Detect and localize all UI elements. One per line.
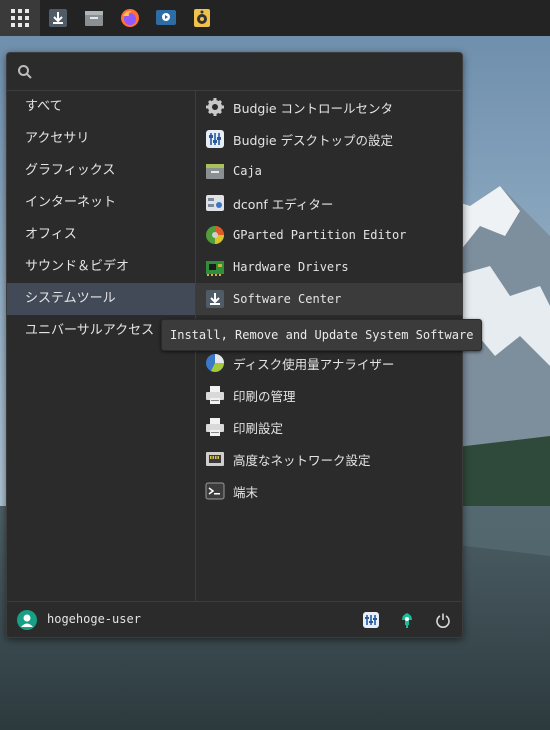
app-item-hardware-drivers[interactable]: Hardware Drivers xyxy=(196,251,462,283)
user-avatar-icon xyxy=(17,610,37,634)
panel-launcher-speaker[interactable] xyxy=(184,0,220,36)
gparted-icon xyxy=(204,224,226,246)
panel-launcher-software-center[interactable] xyxy=(40,0,76,36)
printer-icon xyxy=(204,384,226,406)
search-icon xyxy=(18,65,32,79)
username-label: hogehoge-user xyxy=(47,612,141,626)
app-label: 高度なネットワーク設定 xyxy=(233,452,371,468)
app-label: Budgie デスクトップの設定 xyxy=(233,132,394,148)
download-icon xyxy=(204,288,226,310)
app-item-dconf-editor[interactable]: dconf エディター xyxy=(196,187,462,219)
app-label: Hardware Drivers xyxy=(233,260,349,274)
app-label: 端末 xyxy=(233,484,259,500)
search-bar xyxy=(7,53,462,91)
search-input[interactable] xyxy=(41,59,455,85)
app-label: Software Center xyxy=(233,292,342,306)
app-label: 印刷設定 xyxy=(233,420,284,436)
app-label: 印刷の管理 xyxy=(233,388,296,404)
app-menu-button[interactable] xyxy=(0,0,40,36)
disk-usage-icon xyxy=(204,352,226,374)
app-item-software-center[interactable]: Software Center xyxy=(196,283,462,315)
menu-footer: hogehoge-user xyxy=(7,601,462,638)
terminal-icon xyxy=(204,480,226,502)
panel-launcher-firefox[interactable] xyxy=(112,0,148,36)
lock-button[interactable] xyxy=(397,610,417,630)
software-center-icon xyxy=(49,9,67,27)
category-office[interactable]: オフィス xyxy=(7,219,195,251)
network-icon xyxy=(204,448,226,470)
settings-icon xyxy=(363,612,379,628)
app-tooltip: Install, Remove and Update System Softwa… xyxy=(161,319,483,351)
lock-icon xyxy=(402,613,412,628)
app-grid-icon xyxy=(11,9,29,27)
app-label: Budgie コントロールセンタ xyxy=(233,100,394,116)
app-label: ディスク使用量アナライザー xyxy=(233,356,395,372)
app-item-gparted[interactable]: GParted Partition Editor xyxy=(196,219,462,251)
category-sound-video[interactable]: サウンド＆ビデオ xyxy=(7,251,195,283)
app-item-budgie-control-center[interactable]: Budgie コントロールセンタ xyxy=(196,91,462,123)
firefox-icon xyxy=(121,9,139,27)
app-item-print-settings[interactable]: 印刷設定 xyxy=(196,411,462,443)
power-button[interactable] xyxy=(433,610,453,630)
dconf-icon xyxy=(204,192,226,214)
file-manager-icon xyxy=(204,160,226,182)
budgie-settings-icon xyxy=(204,128,226,150)
hardware-card-icon xyxy=(204,256,226,278)
app-label: GParted Partition Editor xyxy=(233,228,407,242)
category-graphics[interactable]: グラフィックス xyxy=(7,155,195,187)
media-player-icon xyxy=(156,10,176,25)
category-system-tools[interactable]: システムツール xyxy=(7,283,195,315)
power-icon xyxy=(436,613,450,628)
category-internet[interactable]: インターネット xyxy=(7,187,195,219)
category-all[interactable]: すべて xyxy=(7,91,195,123)
app-item-caja[interactable]: Caja xyxy=(196,155,462,187)
app-label: dconf エディター xyxy=(233,196,334,212)
settings-button[interactable] xyxy=(361,610,381,630)
printer-icon xyxy=(204,416,226,438)
category-accessories[interactable]: アクセサリ xyxy=(7,123,195,155)
panel-launcher-file-manager[interactable] xyxy=(76,0,112,36)
app-item-advanced-network[interactable]: 高度なネットワーク設定 xyxy=(196,443,462,475)
panel-launcher-media-player[interactable] xyxy=(148,0,184,36)
top-panel xyxy=(0,0,550,36)
app-item-disk-usage-analyzer[interactable]: ディスク使用量アナライザー xyxy=(196,347,462,379)
app-item-print-management[interactable]: 印刷の管理 xyxy=(196,379,462,411)
app-label: Caja xyxy=(233,164,262,178)
app-item-budgie-desktop-settings[interactable]: Budgie デスクトップの設定 xyxy=(196,123,462,155)
file-manager-icon xyxy=(85,11,103,26)
gear-icon xyxy=(204,96,226,118)
speaker-icon xyxy=(194,9,210,27)
app-item-terminal[interactable]: 端末 xyxy=(196,475,462,507)
